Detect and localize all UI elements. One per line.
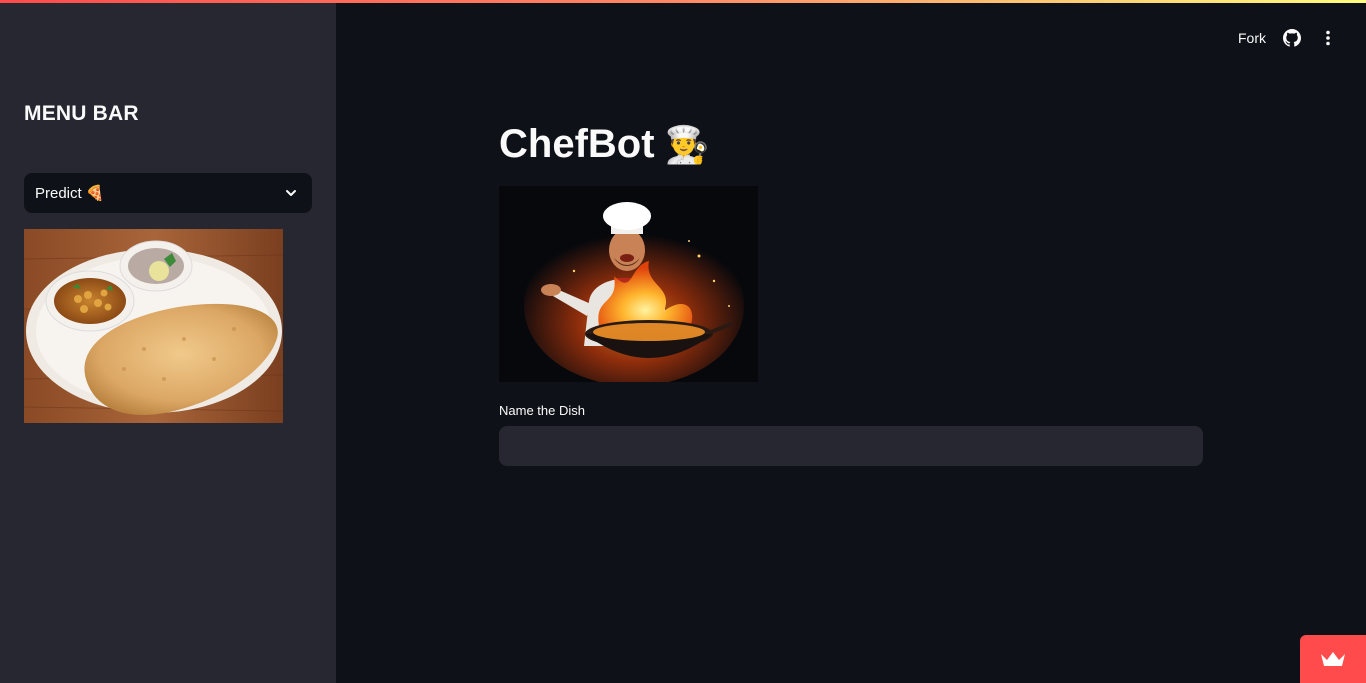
chef-hero-image xyxy=(499,186,758,382)
dish-name-input[interactable] xyxy=(499,426,1203,466)
dish-name-label: Name the Dish xyxy=(499,403,585,418)
header-toolbar: Fork xyxy=(1238,28,1338,48)
sidebar: MENU BAR Predict 🍕 xyxy=(0,0,336,683)
page-title: ChefBot 👨‍🍳 xyxy=(499,122,709,167)
top-accent-bar xyxy=(0,0,1366,3)
sidebar-food-image xyxy=(24,229,283,423)
page-title-text: ChefBot xyxy=(499,122,655,166)
sidebar-title: MENU BAR xyxy=(24,102,139,125)
page-select[interactable]: Predict 🍕 xyxy=(24,173,312,213)
github-icon[interactable] xyxy=(1282,28,1302,48)
chevron-down-icon xyxy=(286,190,296,196)
main-content: Fork ChefBot 👨‍🍳 xyxy=(336,0,1366,683)
streamlit-badge[interactable] xyxy=(1300,635,1366,683)
crown-icon xyxy=(1321,652,1345,666)
page-select-value: Predict 🍕 xyxy=(35,185,105,202)
fork-link[interactable]: Fork xyxy=(1238,30,1266,46)
vertical-dots-icon[interactable] xyxy=(1318,28,1338,48)
chef-emoji-icon: 👨‍🍳 xyxy=(664,123,710,165)
